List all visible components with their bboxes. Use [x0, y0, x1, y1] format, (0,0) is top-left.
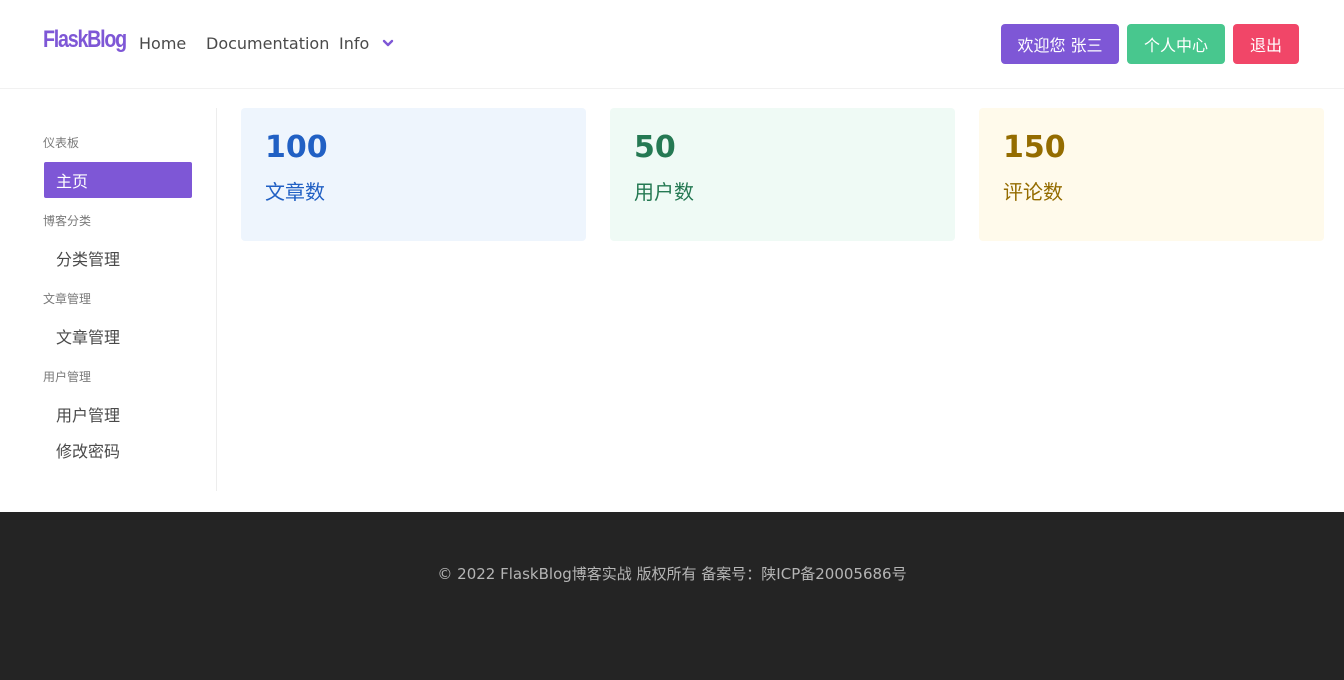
welcome-user-button[interactable]: 欢迎您 张三 — [1001, 24, 1119, 64]
sidebar-item-home[interactable]: 主页 — [44, 162, 192, 198]
footer-copyright: © 2022 FlaskBlog博客实战 版权所有 备案号：陕ICP备20005… — [437, 565, 907, 583]
stat-label-users: 用户数 — [634, 180, 694, 204]
brand-logo[interactable]: FlaskBlog — [43, 26, 127, 54]
nav-documentation-link[interactable]: Documentation — [206, 34, 329, 53]
sidebar-item-change-password[interactable]: 修改密码 — [44, 432, 192, 468]
stat-label-comments: 评论数 — [1003, 180, 1063, 204]
menu-label-article: 文章管理 — [43, 292, 92, 306]
sidebar-item-category-management[interactable]: 分类管理 — [44, 240, 192, 276]
sidebar-item-article-management[interactable]: 文章管理 — [44, 318, 192, 354]
nav-info-label: Info — [339, 34, 370, 53]
stat-value-comments: 150 — [1003, 130, 1066, 165]
profile-center-button[interactable]: 个人中心 — [1127, 24, 1225, 64]
sidebar-menu: 仪表板 主页 博客分类 分类管理 文章管理 文章管理 用户管理 用户管理 修改密… — [0, 108, 217, 491]
stat-card-users: 50 用户数 — [610, 108, 955, 241]
chevron-down-icon — [381, 36, 395, 50]
stat-label-articles: 文章数 — [265, 180, 325, 204]
nav-info-dropdown[interactable]: Info — [339, 34, 395, 53]
menu-label-user: 用户管理 — [43, 370, 92, 384]
menu-label-dashboard: 仪表板 — [43, 136, 80, 150]
menu-label-blog-category: 博客分类 — [43, 214, 92, 228]
top-navbar: FlaskBlog Home Documentation Info 欢迎您 张三… — [0, 0, 1344, 89]
page-footer: © 2022 FlaskBlog博客实战 版权所有 备案号：陕ICP备20005… — [0, 512, 1344, 680]
logout-button[interactable]: 退出 — [1233, 24, 1299, 64]
stat-card-articles: 100 文章数 — [241, 108, 586, 241]
sidebar-item-user-management[interactable]: 用户管理 — [44, 396, 192, 432]
stat-card-comments: 150 评论数 — [979, 108, 1324, 241]
nav-home-link[interactable]: Home — [139, 34, 186, 53]
stat-value-articles: 100 — [265, 130, 328, 165]
stat-value-users: 50 — [634, 130, 676, 165]
